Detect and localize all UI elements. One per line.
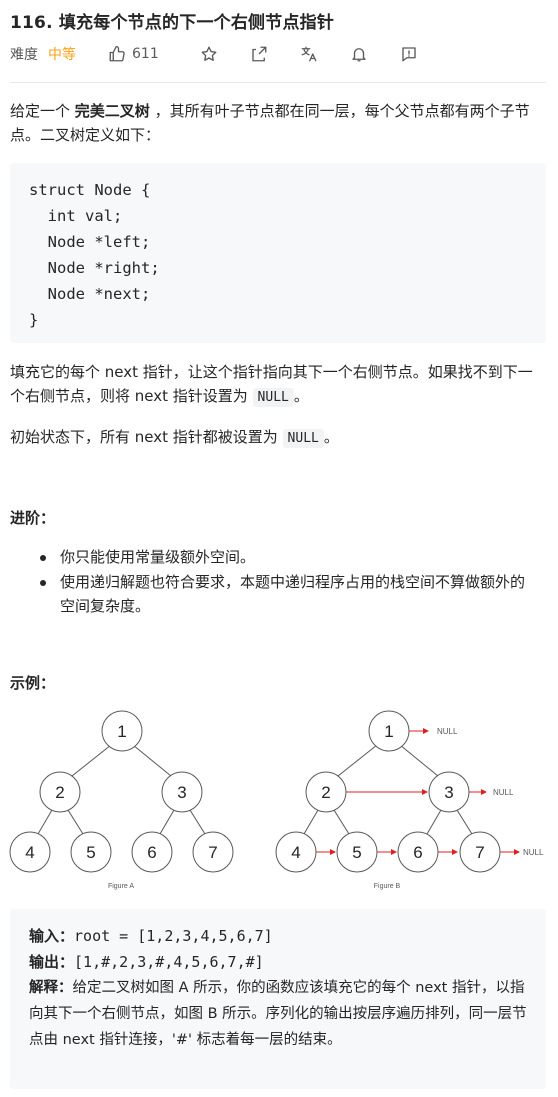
thumbs-up-icon: [109, 45, 125, 62]
figure-b-node-5: 5: [352, 843, 361, 862]
description-paragraph-2: 初始状态下，所有 next 指针都被设置为 NULL。: [10, 425, 546, 451]
figure-a-node-4: 4: [25, 843, 34, 862]
null-label-level-3: NULL: [523, 848, 544, 857]
figure-a-node-5: 5: [86, 843, 95, 862]
figure-b-node-1: 1: [384, 722, 393, 741]
explanation-text: 给定二叉树如图 A 所示，你的函数应该填充它的每个 next 指针，以指向其下一…: [29, 980, 527, 1048]
figure-a-caption: Figure A: [108, 883, 134, 890]
advanced-list: 你只能使用常量级额外空间。 使用递归解题也符合要求，本题中递归程序占用的栈空间不…: [38, 545, 538, 619]
description-paragraph-1: 填充它的每个 next 指针，让这个指针指向其下一个右侧节点。如果找不到下一个右…: [10, 360, 546, 410]
example-explanation: 解释：给定二叉树如图 A 所示，你的函数应该填充它的每个 next 指针，以指向…: [29, 975, 527, 1053]
list-item: 使用递归解题也符合要求，本题中递归程序占用的栈空间不算做额外的空间复杂度。: [38, 570, 538, 618]
problem-title: 116. 填充每个节点的下一个右侧节点指针: [10, 13, 335, 33]
example-tree-figure: 1 2 3 4 5 6 7 Figure A 1 2 3 4 5 6 7 NUL…: [9, 710, 544, 890]
feedback-icon[interactable]: [400, 45, 418, 63]
figure-b-node-2: 2: [321, 783, 330, 802]
description-end: 。: [293, 387, 309, 405]
description-text: 初始状态下，所有 next 指针都被设置为: [10, 428, 283, 446]
example-heading: 示例：: [10, 674, 56, 692]
figure-a-node-3: 3: [177, 783, 186, 802]
example-input-line: 输入：root = [1,2,3,4,5,6,7]: [29, 923, 527, 949]
figure-a-node-6: 6: [147, 843, 156, 862]
bell-icon[interactable]: [350, 45, 368, 63]
example-block: 输入：root = [1,2,3,4,5,6,7] 输出：[1,#,2,3,#,…: [10, 909, 546, 1089]
like-count: 611: [132, 46, 159, 62]
figure-b-node-6: 6: [413, 843, 422, 862]
advanced-heading: 进阶：: [10, 509, 56, 527]
inline-code-null: NULL: [282, 429, 324, 448]
difficulty-label: 难度: [10, 47, 38, 63]
star-icon[interactable]: [200, 45, 218, 63]
problem-meta-bar: 难度 中等 611: [10, 42, 546, 66]
node-definition-code: struct Node { int val; Node *left; Node …: [10, 163, 546, 343]
input-value: root = [1,2,3,4,5,6,7]: [74, 927, 273, 945]
like-button[interactable]: 611: [108, 45, 159, 63]
input-label: 输入：: [29, 927, 75, 945]
intro-paragraph: 给定一个 完美二叉树 ，其所有叶子节点都在同一层，每个父节点都有两个子节点。二叉…: [10, 99, 546, 147]
figure-b-node-3: 3: [444, 783, 453, 802]
difficulty-badge: 中等: [48, 47, 76, 63]
null-label-level-2: NULL: [493, 788, 514, 797]
figure-a-node-1: 1: [117, 722, 126, 741]
translate-icon[interactable]: [300, 45, 318, 63]
inline-code-null: NULL: [252, 388, 294, 407]
figure-a-node-7: 7: [208, 843, 217, 862]
share-icon[interactable]: [250, 45, 268, 63]
intro-text: 给定一个: [10, 102, 75, 120]
figure-b-node-4: 4: [291, 843, 300, 862]
header-divider: [10, 82, 546, 83]
figure-b-node-7: 7: [475, 843, 484, 862]
output-label: 输出：: [29, 953, 75, 971]
figure-b-caption: Figure B: [374, 883, 401, 890]
example-output-line: 输出：[1,#,2,3,#,4,5,6,7,#]: [29, 949, 527, 975]
output-value: [1,#,2,3,#,4,5,6,7,#]: [74, 953, 264, 971]
figure-a-node-2: 2: [55, 783, 64, 802]
null-label-level-1: NULL: [437, 727, 458, 736]
list-item: 你只能使用常量级额外空间。: [38, 545, 538, 569]
intro-bold-term: 完美二叉树: [74, 102, 150, 120]
description-end: 。: [323, 428, 339, 446]
explanation-label: 解释：: [29, 980, 73, 996]
